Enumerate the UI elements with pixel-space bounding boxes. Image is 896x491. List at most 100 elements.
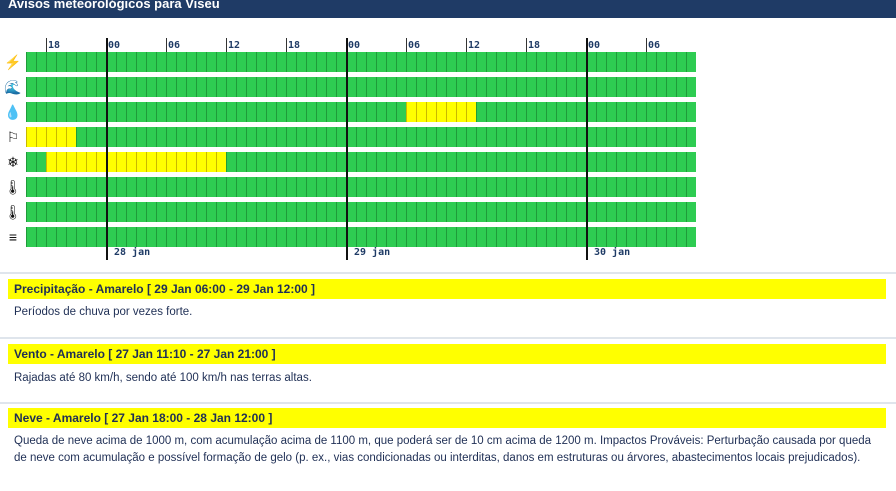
warning-cell-green	[136, 102, 146, 122]
warning-cell-green	[676, 202, 686, 222]
warning-cell-green	[566, 77, 576, 97]
timeline-row	[26, 52, 697, 72]
warning-cell-green	[96, 77, 106, 97]
warning-cell-green	[656, 127, 666, 147]
warning-cell-green	[506, 127, 516, 147]
warning-cell-green	[666, 202, 676, 222]
warning-cell-green	[436, 52, 446, 72]
warning-cell-green	[66, 177, 76, 197]
warning-cell-green	[536, 152, 546, 172]
warning-cell-green	[466, 202, 476, 222]
warning-cell-green	[306, 102, 316, 122]
warning-cell-green	[516, 77, 526, 97]
warning-title: Vento - Amarelo [ 27 Jan 11:10 - 27 Jan …	[14, 347, 276, 361]
warning-cell-green	[146, 202, 156, 222]
warning-cell-green	[676, 77, 686, 97]
warning-cell-green	[426, 227, 436, 247]
warning-cell-green	[546, 127, 556, 147]
warning-cell-green	[376, 102, 386, 122]
warning-cell-green	[626, 177, 636, 197]
warning-cell-green	[166, 177, 176, 197]
warning-cell-green	[56, 77, 66, 97]
warning-cell-green	[26, 77, 36, 97]
day-label: 28 jan	[114, 247, 151, 258]
warning-cell-green	[596, 52, 606, 72]
warning-cell-green	[26, 202, 36, 222]
warning-cell-green	[646, 152, 656, 172]
warning-cell-green	[446, 52, 456, 72]
timeline-row	[26, 227, 697, 247]
warning-cell-green	[566, 227, 576, 247]
warning-cell-green	[516, 152, 526, 172]
warning-cell-green	[286, 152, 296, 172]
warning-cell-green	[326, 202, 336, 222]
warning-cell-green	[96, 52, 106, 72]
warning-cell-green	[246, 202, 256, 222]
warning-cell-green	[616, 202, 626, 222]
warning-cell-green	[476, 127, 486, 147]
warning-cell-green	[496, 177, 506, 197]
warning-cell-green	[556, 177, 566, 197]
warning-cell-green	[216, 127, 226, 147]
warning-cell-green	[656, 102, 666, 122]
warning-cell-green	[576, 177, 586, 197]
warning-cell-green	[526, 177, 536, 197]
warning-cell-green	[386, 127, 396, 147]
warning-cell-green	[356, 152, 366, 172]
hour-label: 12	[468, 40, 481, 51]
warning-cell-green	[86, 127, 96, 147]
warning-cell-green	[666, 102, 676, 122]
warning-cell-green	[606, 152, 616, 172]
warning-cell-green	[36, 227, 46, 247]
warning-cell-green	[506, 227, 516, 247]
warning-cell-green	[176, 177, 186, 197]
warning-cell-green	[486, 202, 496, 222]
warning-cell-green	[416, 227, 426, 247]
thermometer-hot-icon: 🌡	[4, 204, 22, 220]
warning-cell-yellow	[26, 127, 36, 147]
warning-cell-green	[96, 227, 106, 247]
warning-cell-green	[116, 177, 126, 197]
warning-cell-green	[336, 202, 346, 222]
warning-cell-green	[536, 202, 546, 222]
warning-cell-green	[486, 77, 496, 97]
warning-cell-green	[316, 177, 326, 197]
warning-cell-green	[496, 227, 506, 247]
warning-cell-green	[356, 127, 366, 147]
warning-cell-green	[546, 227, 556, 247]
warning-cell-green	[596, 152, 606, 172]
warning-cell-green	[176, 52, 186, 72]
warning-cell-green	[316, 127, 326, 147]
warning-cell-green	[36, 102, 46, 122]
warning-cell-green	[596, 202, 606, 222]
hour-label: 00	[588, 40, 601, 51]
warning-cell-green	[686, 152, 696, 172]
warning-cell-green	[86, 227, 96, 247]
hour-tick	[286, 38, 287, 52]
warning-cell-yellow	[406, 102, 416, 122]
warning-cell-green	[556, 102, 566, 122]
warning-cell-green	[416, 77, 426, 97]
warning-cell-green	[436, 177, 446, 197]
warning-cell-green	[206, 127, 216, 147]
warning-cell-green	[296, 52, 306, 72]
day-label: 30 jan	[594, 247, 631, 258]
warning-cell-green	[336, 77, 346, 97]
warning-cell-green	[416, 177, 426, 197]
warning-cell-green	[76, 227, 86, 247]
warning-cell-green	[646, 127, 656, 147]
warning-cell-green	[246, 127, 256, 147]
warning-cell-green	[476, 202, 486, 222]
warning-cell-green	[616, 102, 626, 122]
hour-label: 06	[648, 40, 661, 51]
warning-cell-green	[316, 52, 326, 72]
warning-cell-green	[216, 177, 226, 197]
warning-cell-green	[556, 202, 566, 222]
warning-cell-green	[606, 177, 616, 197]
warning-cell-green	[46, 52, 56, 72]
warning-cell-green	[96, 202, 106, 222]
warning-cell-yellow	[196, 152, 206, 172]
warning-cell-green	[246, 52, 256, 72]
warning-cell-green	[686, 227, 696, 247]
hour-label: 06	[408, 40, 421, 51]
